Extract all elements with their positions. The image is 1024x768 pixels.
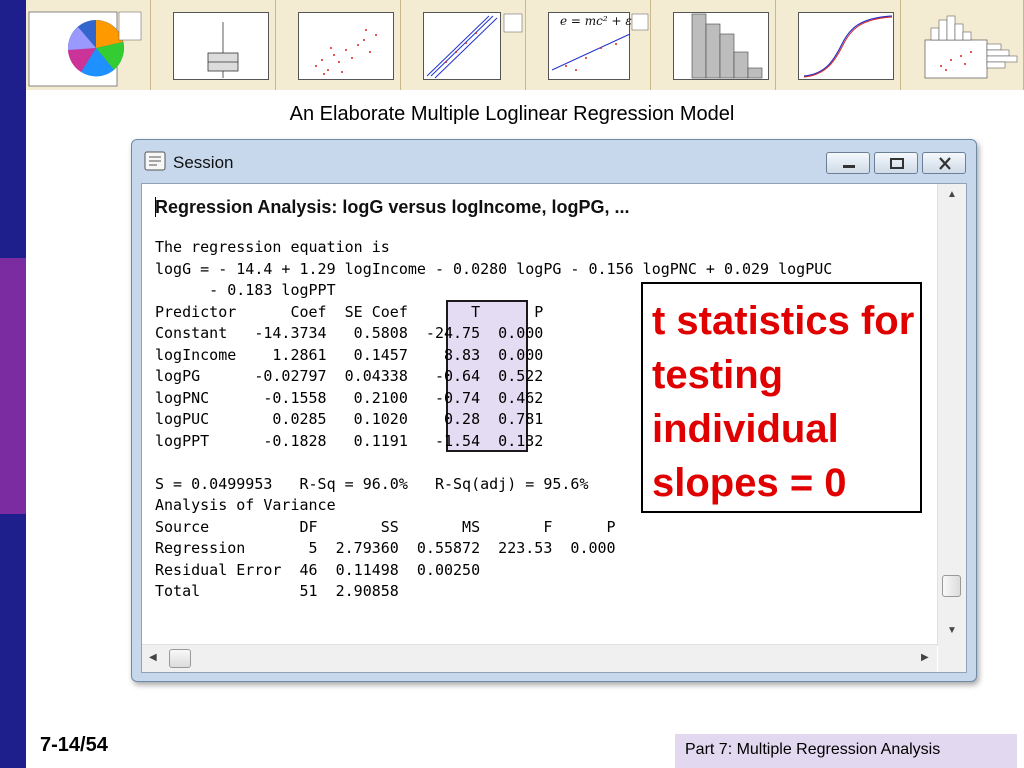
minimize-button[interactable] xyxy=(826,152,870,174)
vertical-scrollbar[interactable]: ▲ ▼ xyxy=(937,184,966,646)
output-line: logPUC 0.0285 0.1020 0.28 0.781 xyxy=(155,410,544,428)
output-line: Regression 5 2.79360 0.55872 223.53 0.00… xyxy=(155,539,616,557)
scroll-left-arrow-icon[interactable]: ◀ xyxy=(149,653,157,663)
window-title: Session xyxy=(173,153,234,172)
output-line: Constant -14.3734 0.5808 -24.75 0.000 xyxy=(155,324,544,342)
probability-plot-graphic xyxy=(426,13,523,79)
marginal-plot-thumbnail xyxy=(901,0,1024,90)
resize-grip[interactable] xyxy=(938,645,966,672)
slide-title: An Elaborate Multiple Loglinear Regressi… xyxy=(289,103,735,125)
left-bar-middle xyxy=(0,258,26,514)
scatterplot-graphic xyxy=(315,29,377,75)
minimize-icon xyxy=(843,165,855,168)
horizontal-scroll-thumb[interactable] xyxy=(169,649,191,668)
output-line: S = 0.0499953 R-Sq = 96.0% R-Sq(adj) = 9… xyxy=(155,474,589,493)
fitted-line-thumbnail: e = mc² + ε xyxy=(526,0,651,90)
footer-banner: Part 7: Multiple Regression Analysis xyxy=(675,734,1017,768)
maximize-button[interactable] xyxy=(874,152,918,174)
pie-chart-thumbnail xyxy=(26,0,151,90)
maximize-icon xyxy=(890,158,904,169)
output-line: logIncome 1.2861 0.1457 8.83 0.000 xyxy=(155,345,544,364)
pie-chart-graphic xyxy=(28,11,142,87)
left-bar-bottom xyxy=(0,514,26,768)
vertical-scroll-thumb[interactable] xyxy=(942,575,961,597)
close-icon xyxy=(939,157,951,170)
equation-label: e = mc² + ε xyxy=(560,14,632,28)
output-line: - 0.183 logPPT xyxy=(155,281,336,299)
scroll-up-arrow-icon[interactable]: ▲ xyxy=(947,190,957,200)
empirical-cdf-graphic xyxy=(803,15,893,78)
output-line: The regression equation is xyxy=(155,238,390,256)
output-line: Residual Error 46 0.11498 0.00250 xyxy=(155,560,481,579)
horizontal-scrollbar[interactable]: ◀ ▶ xyxy=(142,644,937,672)
scatterplot-thumbnail xyxy=(276,0,401,90)
histogram-thumbnail xyxy=(651,0,776,90)
output-line: logPPT -0.1828 0.1191 -1.54 0.132 xyxy=(155,431,544,450)
thumbnail-strip: e = mc² + ε xyxy=(26,0,1024,90)
marginal-plot-graphic xyxy=(924,15,1018,79)
left-bar-top xyxy=(0,0,26,258)
output-line: Analysis of Variance xyxy=(155,496,336,514)
output-line: logPNC -0.1558 0.2100 -0.74 0.462 xyxy=(155,388,544,407)
callout-text: t statistics for testing individual slop… xyxy=(652,299,915,505)
scroll-down-arrow-icon[interactable]: ▼ xyxy=(947,626,957,636)
histogram-graphic xyxy=(691,13,763,79)
output-line: Source DF SS MS F P xyxy=(155,517,616,536)
output-line: Total 51 2.90858 xyxy=(155,582,399,600)
output-heading: Regression Analysis: logG versus logInco… xyxy=(155,197,630,217)
output-line: Predictor Coef SE Coef T P xyxy=(155,302,544,321)
scroll-right-arrow-icon[interactable]: ▶ xyxy=(921,653,929,663)
probability-plot-thumbnail xyxy=(401,0,526,90)
close-button[interactable] xyxy=(922,152,966,174)
output-line: logPG -0.02797 0.04338 -0.64 0.522 xyxy=(155,367,544,385)
boxplot-thumbnail xyxy=(151,0,276,90)
footer-text: Part 7: Multiple Regression Analysis xyxy=(685,741,941,758)
boxplot-graphic xyxy=(207,22,239,78)
empirical-cdf-thumbnail xyxy=(776,0,901,90)
annotation-callout: t statistics for testing individual slop… xyxy=(641,282,922,513)
output-line: logG = - 14.4 + 1.29 logIncome - 0.0280 … xyxy=(155,259,833,278)
window-titlebar[interactable]: Session xyxy=(132,140,976,182)
session-window-icon xyxy=(144,151,166,171)
slide-number: 7-14/54 xyxy=(40,734,108,756)
